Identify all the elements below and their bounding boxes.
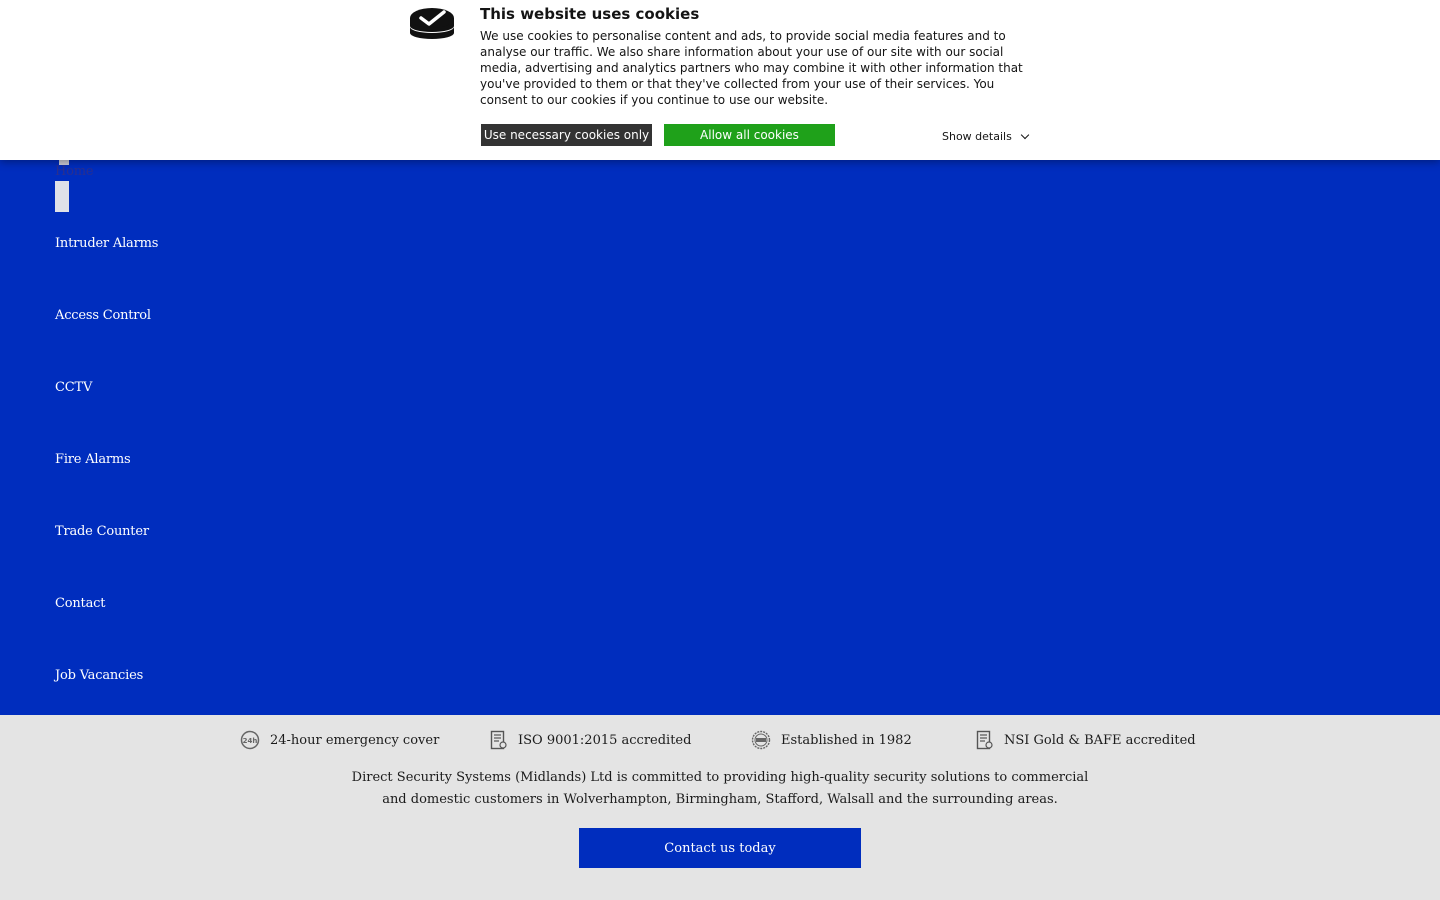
- necessary-cookies-button[interactable]: Use necessary cookies only: [481, 124, 652, 146]
- feature-label: 24-hour emergency cover: [270, 732, 440, 748]
- feature-label: ISO 9001:2015 accredited: [518, 732, 692, 748]
- feature-nsi: NSI Gold & BAFE accredited: [976, 730, 1196, 750]
- show-details-toggle[interactable]: Show details: [942, 130, 1030, 143]
- nav-item-intruder-alarms[interactable]: Intruder Alarms: [55, 236, 158, 251]
- nav-item-access-control[interactable]: Access Control: [55, 308, 151, 323]
- feature-24h: 24h 24-hour emergency cover: [240, 730, 439, 750]
- feature-label: NSI Gold & BAFE accredited: [1004, 732, 1196, 748]
- feature-iso: ISO 9001:2015 accredited: [490, 730, 691, 750]
- 24h-icon: 24h: [240, 730, 260, 750]
- cookie-check-icon: [410, 8, 454, 39]
- nav-item-cctv[interactable]: CCTV: [55, 380, 92, 395]
- chevron-down-icon: [1020, 130, 1030, 140]
- footer-info-strip: 24h 24-hour emergency cover ISO 9001:201…: [0, 715, 1440, 900]
- nav-item-job-vacancies[interactable]: Job Vacancies: [55, 668, 143, 683]
- nav-item-fire-alarms[interactable]: Fire Alarms: [55, 452, 131, 467]
- cookie-description: We use cookies to personalise content an…: [480, 29, 1023, 107]
- show-details-label: Show details: [942, 130, 1012, 143]
- company-statement: Direct Security Systems (Midlands) Ltd i…: [351, 770, 1089, 807]
- nav-item-trade-counter[interactable]: Trade Counter: [55, 524, 149, 539]
- cookie-title: This website uses cookies: [480, 5, 700, 23]
- allow-all-cookies-button[interactable]: Allow all cookies: [664, 124, 835, 146]
- nav-search-box[interactable]: [55, 181, 69, 212]
- certificate-icon: [976, 730, 993, 750]
- svg-text:24h: 24h: [243, 737, 258, 745]
- seal-1982-icon: [751, 730, 771, 750]
- cookie-consent-banner: This website uses cookies We use cookies…: [0, 0, 1440, 160]
- nav-item-home[interactable]: Home: [55, 164, 94, 179]
- nav-item-contact[interactable]: Contact: [55, 596, 105, 611]
- certificate-icon: [490, 730, 507, 750]
- feature-established: Established in 1982: [751, 730, 912, 750]
- feature-label: Established in 1982: [781, 732, 912, 748]
- contact-us-button[interactable]: Contact us today: [579, 828, 861, 868]
